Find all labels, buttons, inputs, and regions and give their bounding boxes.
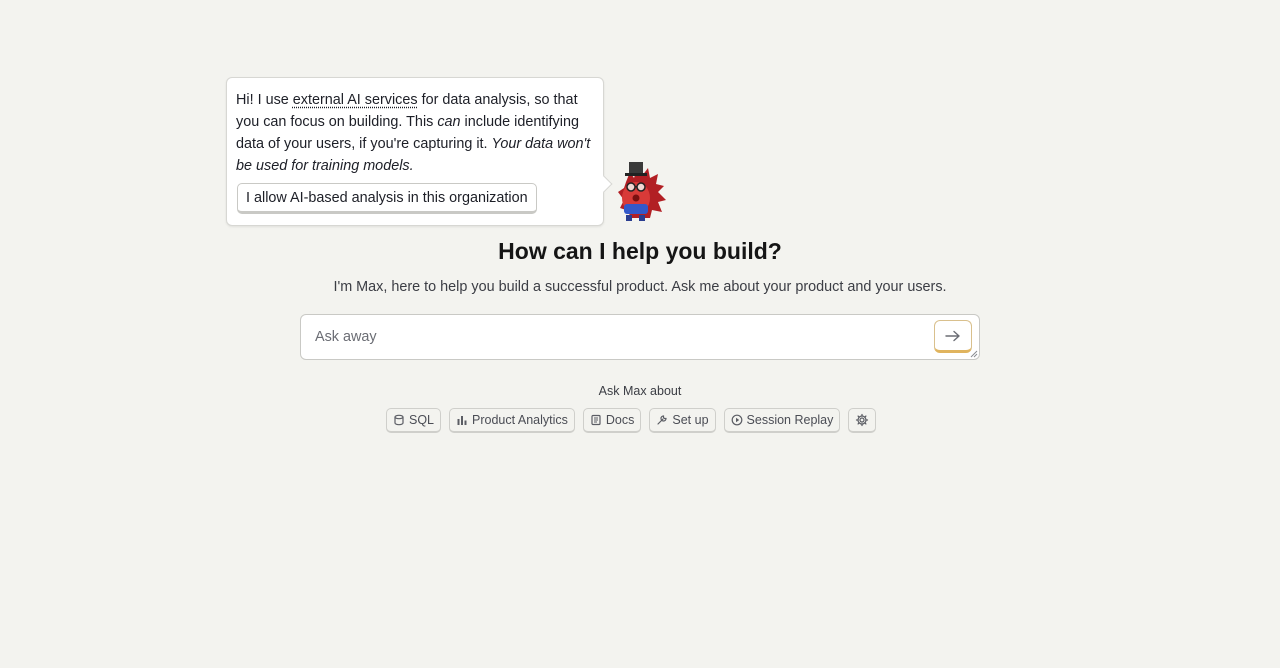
send-button[interactable] xyxy=(934,320,972,353)
external-ai-services-link[interactable]: external AI services xyxy=(293,92,418,108)
settings-button[interactable] xyxy=(848,408,877,433)
database-icon xyxy=(394,414,404,426)
max-hedgehog-mascot xyxy=(612,160,670,222)
suggestion-chips: SQL Product Analytics Docs Set up Sessio… xyxy=(386,408,877,434)
allow-ai-analysis-button[interactable]: I allow AI-based analysis in this organi… xyxy=(237,183,537,214)
chip-docs[interactable]: Docs xyxy=(582,408,642,433)
chip-set-up[interactable]: Set up xyxy=(649,408,716,433)
gear-icon xyxy=(856,413,869,427)
resize-handle[interactable] xyxy=(969,349,978,358)
chip-session-replay[interactable]: Session Replay xyxy=(723,408,841,433)
question-input-box xyxy=(300,314,980,360)
wrench-icon xyxy=(657,415,667,425)
chip-label: Product Analytics xyxy=(472,413,568,427)
chip-label: Set up xyxy=(672,413,709,427)
chip-label: Docs xyxy=(605,413,635,427)
play-circle-icon xyxy=(731,414,742,426)
chip-sql[interactable]: SQL xyxy=(386,408,442,433)
chip-product-analytics[interactable]: Product Analytics xyxy=(449,408,575,433)
popover-arrow xyxy=(595,175,613,193)
page-subtitle: I'm Max, here to help you build a succes… xyxy=(333,279,947,295)
question-input[interactable] xyxy=(313,326,913,348)
book-icon xyxy=(591,414,601,426)
ai-consent-popover: Hi! I use external AI services for data … xyxy=(226,77,613,226)
consent-text-intro: Hi! I use xyxy=(236,92,293,108)
page-title: How can I help you build? xyxy=(498,238,782,264)
chip-label: SQL xyxy=(409,413,435,427)
suggestions-label: Ask Max about xyxy=(598,384,682,398)
consent-message: Hi! I use external AI services for data … xyxy=(236,89,594,177)
chip-label: Session Replay xyxy=(746,413,834,427)
bar-chart-icon xyxy=(457,416,467,425)
consent-emphasis: can xyxy=(437,114,461,130)
arrow-right-icon xyxy=(945,330,960,341)
